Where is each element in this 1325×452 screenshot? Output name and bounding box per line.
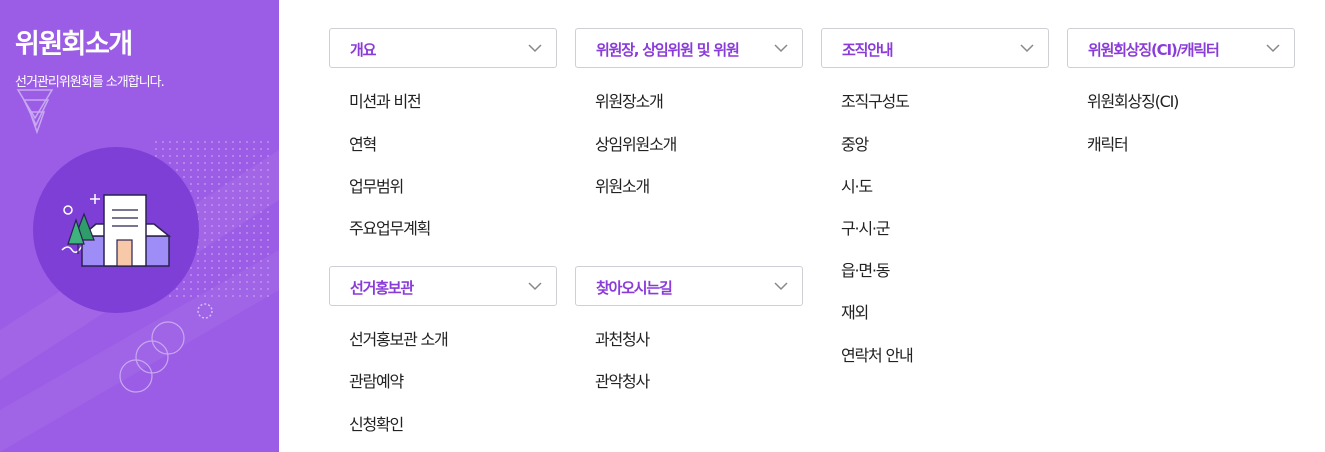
dropdown-label: 찾아오시는길 (596, 279, 673, 297)
dropdown-label: 선거홍보관 (350, 279, 414, 297)
chevron-down-icon (1266, 44, 1280, 53)
dropdown-label: 위원회상징(CI)/캐릭터 (1088, 41, 1220, 59)
page-title: 위원회소개 (15, 29, 133, 60)
menu-link-gwanak[interactable]: 관악청사 (595, 368, 650, 392)
chevron-down-icon (528, 282, 542, 291)
dropdown-overview[interactable]: 개요 (329, 28, 557, 68)
dropdown-promotion-hall[interactable]: 선거홍보관 (329, 266, 557, 306)
dropdown-organization[interactable]: 조직안내 (821, 28, 1049, 68)
chevron-down-icon (528, 44, 542, 53)
menu-link-gwacheon[interactable]: 과천청사 (595, 326, 650, 350)
menu-link-org-chart[interactable]: 조직구성도 (841, 88, 910, 112)
menu-link-contacts[interactable]: 연락처 안내 (841, 342, 914, 366)
menu-link-scope[interactable]: 업무범위 (349, 173, 404, 197)
menu-link-overseas[interactable]: 재외 (841, 299, 869, 323)
chevron-down-icon (1020, 44, 1034, 53)
menu-link-members[interactable]: 위원소개 (595, 173, 650, 197)
menu-link-town[interactable]: 읍·면·동 (841, 257, 891, 281)
menu-link-plan[interactable]: 주요업무계획 (349, 215, 431, 239)
dropdown-label: 개요 (350, 41, 376, 59)
menu-link-mission[interactable]: 미션과 비전 (349, 88, 422, 112)
dropdown-label: 조직안내 (842, 41, 894, 59)
menu-link-reservation[interactable]: 관람예약 (349, 368, 404, 392)
menu-link-confirm[interactable]: 신청확인 (349, 411, 404, 435)
chevron-down-icon (774, 282, 788, 291)
menu-link-chairman[interactable]: 위원장소개 (595, 88, 664, 112)
menu-link-character[interactable]: 캐릭터 (1087, 131, 1129, 155)
chevron-down-icon (774, 44, 788, 53)
dropdown-directions[interactable]: 찾아오시는길 (575, 266, 803, 306)
menu-link-ci[interactable]: 위원회상징(CI) (1087, 88, 1179, 112)
menu-link-history[interactable]: 연혁 (349, 131, 377, 155)
building-illustration (0, 89, 279, 452)
menu-link-province[interactable]: 시·도 (841, 173, 873, 197)
page-description: 선거관리위원회를 소개합니다. (15, 75, 165, 90)
dropdown-symbol[interactable]: 위원회상징(CI)/캐릭터 (1067, 28, 1295, 68)
menu-link-hall-intro[interactable]: 선거홍보관 소개 (349, 326, 449, 350)
dropdown-commissioners[interactable]: 위원장, 상임위원 및 위원 (575, 28, 803, 68)
menu-link-central[interactable]: 중앙 (841, 131, 869, 155)
sidebar: 위원회소개 선거관리위원회를 소개합니다. (0, 0, 279, 452)
dropdown-label: 위원장, 상임위원 및 위원 (596, 41, 740, 59)
menu-link-district[interactable]: 구·시·군 (841, 215, 891, 239)
menu-link-standing[interactable]: 상임위원소개 (595, 131, 677, 155)
